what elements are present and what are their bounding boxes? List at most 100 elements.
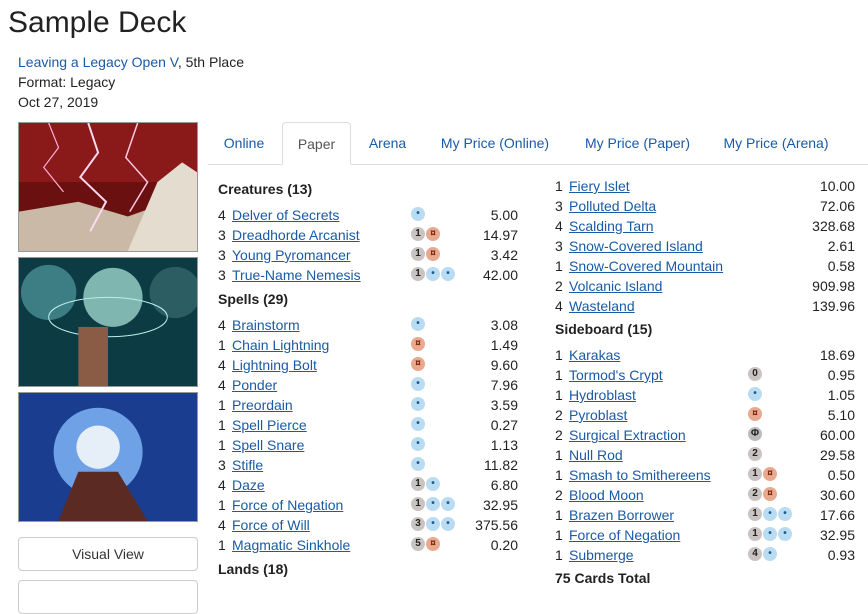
mana-cost: • [411,377,425,393]
card-price: 2.61 [827,238,855,254]
card-name-link[interactable]: Chain Lightning [232,335,329,355]
card-quantity: 3 [218,267,226,283]
card-name-link[interactable]: Snow-Covered Mountain [569,256,723,276]
red-mana-icon: ¤ [426,537,440,551]
blue-mana-icon: • [763,547,777,561]
card-price: 139.96 [812,298,855,314]
card-name-link[interactable]: Ponder [232,375,277,395]
card-name-link[interactable]: Delver of Secrets [232,205,339,225]
card-quantity: 3 [218,247,226,263]
card-name-link[interactable]: Brainstorm [232,315,300,335]
generic-mana-icon: 1 [411,497,425,511]
tab-paper[interactable]: Paper [282,122,351,165]
card-price: 29.58 [819,447,855,463]
red-mana-icon: ¤ [763,467,777,481]
card-row: 1 Spell Snare • 1.13 [218,435,518,455]
mana-cost: 2 [748,447,762,463]
card-name-link[interactable]: Hydroblast [569,385,636,405]
generic-mana-icon: 0 [748,367,762,381]
card-name-link[interactable]: Force of Will [232,515,310,535]
mage-art [19,393,197,521]
card-quantity: 3 [218,227,226,243]
card-name-link[interactable]: Brazen Borrower [569,505,674,525]
tab-my-price-online[interactable]: My Price (Online) [423,122,567,164]
card-art-thumbnail[interactable] [18,257,198,387]
card-quantity: 1 [555,447,563,463]
card-name-link[interactable]: Surgical Extraction [569,425,686,445]
card-name-link[interactable]: Force of Negation [232,495,343,515]
card-row: 1 Submerge 4 • 0.93 [555,545,855,565]
card-name-link[interactable]: Scalding Tarn [569,216,654,236]
card-name-link[interactable]: Blood Moon [569,485,644,505]
card-name-link[interactable]: Tormod's Crypt [569,365,663,385]
card-name-link[interactable]: Karakas [569,345,620,365]
card-name-link[interactable]: Spell Pierce [232,415,307,435]
sideboard-header: Sideboard (15) [555,321,653,337]
card-quantity: 3 [218,457,226,473]
event-line: Leaving a Legacy Open V, 5th Place [18,54,244,70]
card-name-link[interactable]: Force of Negation [569,525,680,545]
card-row: 1 Preordain • 3.59 [218,395,518,415]
tab-my-price-arena[interactable]: My Price (Arena) [708,122,844,164]
card-name-link[interactable]: Magmatic Sinkhole [232,535,350,555]
card-row: 1 Magmatic Sinkhole 5 ¤ 0.20 [218,535,518,555]
mana-cost: • [411,317,425,333]
blue-mana-icon: • [441,517,455,531]
card-quantity: 1 [555,387,563,403]
card-name-link[interactable]: Pyroblast [569,405,627,425]
card-name-link[interactable]: Fiery Islet [569,176,630,196]
card-name-link[interactable]: Snow-Covered Island [569,236,703,256]
card-name-link[interactable]: Lightning Bolt [232,355,317,375]
card-quantity: 2 [555,278,563,294]
card-art-thumbnail[interactable] [18,122,198,252]
card-art-thumbnail[interactable] [18,392,198,522]
card-price: 7.96 [490,377,518,393]
card-price: 1.49 [490,337,518,353]
generic-mana-icon: 2 [748,447,762,461]
red-mana-icon: ¤ [426,247,440,261]
card-row: 4 Force of Will 3 • • 375.56 [218,515,518,535]
event-link[interactable]: Leaving a Legacy Open V [18,54,178,70]
card-name-link[interactable]: True-Name Nemesis [232,265,361,285]
mana-cost: 1 • • [411,267,455,283]
card-name-link[interactable]: Daze [232,475,265,495]
card-name-link[interactable]: Stifle [232,455,263,475]
red-mana-icon: ¤ [748,407,762,421]
card-price: 17.66 [819,507,855,523]
card-price: 0.93 [827,547,855,563]
blue-mana-icon: • [763,527,777,541]
card-name-link[interactable]: Wasteland [569,296,635,316]
red-mana-icon: ¤ [426,227,440,241]
card-name-link[interactable]: Spell Snare [232,435,304,455]
blue-mana-icon: • [778,507,792,521]
card-price: 32.95 [482,497,518,513]
tab-my-price-paper[interactable]: My Price (Paper) [569,122,706,164]
visual-view-button[interactable]: Visual View [18,537,198,571]
card-name-link[interactable]: Young Pyromancer [232,245,351,265]
card-row: 1 Smash to Smithereens 1 ¤ 0.50 [555,465,855,485]
card-name-link[interactable]: Smash to Smithereens [569,465,711,485]
mana-cost: ¤ [411,337,425,353]
card-name-link[interactable]: Polluted Delta [569,196,656,216]
tab-online[interactable]: Online [208,122,280,164]
card-quantity: 3 [555,198,563,214]
card-price: 30.60 [819,487,855,503]
secondary-button[interactable] [18,580,198,614]
card-name-link[interactable]: Dreadhorde Arcanist [232,225,360,245]
card-name-link[interactable]: Submerge [569,545,634,565]
card-name-link[interactable]: Preordain [232,395,293,415]
generic-mana-icon: 3 [411,517,425,531]
tab-arena[interactable]: Arena [354,122,421,164]
blue-mana-icon: • [411,397,425,411]
card-row: 3 Dreadhorde Arcanist 1 ¤ 14.97 [218,225,518,245]
card-name-link[interactable]: Null Rod [569,445,623,465]
card-quantity: 1 [218,497,226,513]
mana-cost: 1 • • [748,527,792,543]
card-quantity: 1 [555,367,563,383]
blue-mana-icon: • [426,267,440,281]
card-name-link[interactable]: Volcanic Island [569,276,662,296]
blue-mana-icon: • [426,497,440,511]
generic-mana-icon: 1 [411,247,425,261]
blue-mana-icon: • [411,457,425,471]
card-row: 2 Blood Moon 2 ¤ 30.60 [555,485,855,505]
